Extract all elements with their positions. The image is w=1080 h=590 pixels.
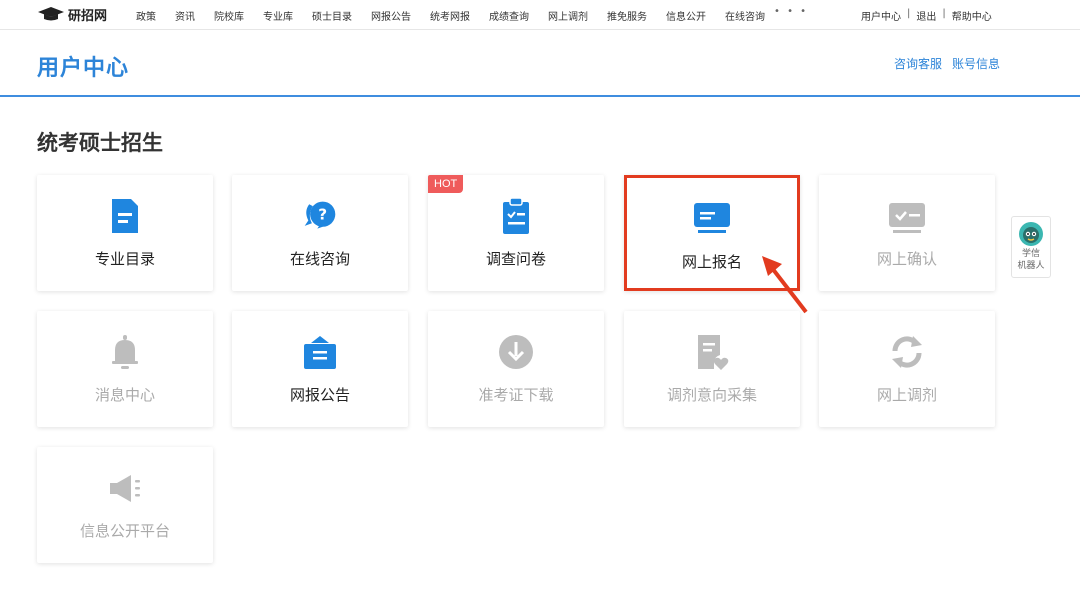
robot-avatar-icon bbox=[1019, 222, 1043, 246]
user-center-link[interactable]: 用户中心 bbox=[861, 8, 901, 23]
logout-link[interactable]: 退出 bbox=[916, 8, 936, 23]
nav-item-policy[interactable]: 政策 bbox=[136, 8, 156, 23]
refresh-icon bbox=[892, 336, 922, 368]
divider: | bbox=[907, 8, 911, 19]
site-name: 研招网 bbox=[68, 8, 108, 24]
page-header: 用户中心 咨询客服 账号信息 bbox=[0, 31, 1080, 97]
card-survey[interactable]: HOT 调查问卷 bbox=[428, 175, 604, 291]
card-info-disclosure-platform[interactable]: 信息公开平台 bbox=[37, 447, 213, 563]
document-heart-icon bbox=[698, 335, 729, 370]
card-major-catalog[interactable]: 专业目录 bbox=[37, 175, 213, 291]
megaphone-icon bbox=[110, 475, 140, 502]
robot-label-line2: 机器人 bbox=[1017, 261, 1045, 271]
svg-text:?: ? bbox=[318, 206, 327, 224]
nav-item-consult[interactable]: 在线咨询 bbox=[725, 8, 765, 23]
card-online-consult[interactable]: ? 在线咨询 bbox=[232, 175, 408, 291]
card-online-confirm[interactable]: 网上确认 bbox=[819, 175, 995, 291]
nav-item-schools[interactable]: 院校库 bbox=[214, 8, 244, 23]
divider: | bbox=[942, 8, 946, 19]
card-label: 网上确认 bbox=[876, 250, 937, 268]
hot-badge: HOT bbox=[428, 175, 464, 193]
nav-item-scores[interactable]: 成绩查询 bbox=[489, 8, 529, 23]
download-icon bbox=[499, 335, 533, 369]
card-label: 专业目录 bbox=[94, 250, 155, 268]
card-label: 调查问卷 bbox=[485, 250, 546, 268]
graduation-cap-icon bbox=[38, 7, 64, 21]
main-nav: 政策 资讯 院校库 专业库 硕士目录 网报公告 统考网报 成绩查询 网上调剂 推… bbox=[136, 8, 784, 23]
card-label: 消息中心 bbox=[94, 386, 155, 404]
nav-item-majors[interactable]: 专业库 bbox=[263, 8, 293, 23]
card-label: 准考证下载 bbox=[478, 386, 554, 404]
user-links: 用户中心 | 退出 | 帮助中心 bbox=[861, 8, 992, 23]
nav-item-catalog[interactable]: 硕士目录 bbox=[312, 8, 352, 23]
page-title: 用户中心 bbox=[37, 56, 130, 81]
nav-item-news[interactable]: 资讯 bbox=[175, 8, 195, 23]
nav-item-exam-registration[interactable]: 统考网报 bbox=[430, 8, 470, 23]
robot-label-line1: 学信 bbox=[1021, 249, 1040, 259]
section-title: 统考硕士招生 bbox=[37, 131, 163, 155]
account-info-link[interactable]: 账号信息 bbox=[952, 55, 1000, 72]
card-label: 网报公告 bbox=[289, 386, 350, 404]
card-admission-ticket[interactable]: 准考证下载 bbox=[428, 311, 604, 427]
nav-more-button[interactable]: • • • bbox=[774, 6, 808, 17]
card-adjustment-intention[interactable]: 调剂意向采集 bbox=[624, 311, 800, 427]
nav-item-adjustment[interactable]: 网上调剂 bbox=[548, 8, 588, 23]
top-navbar: 研招网 政策 资讯 院校库 专业库 硕士目录 网报公告 统考网报 成绩查询 网上… bbox=[0, 0, 1080, 30]
confirm-icon bbox=[889, 203, 925, 233]
header-links: 咨询客服 账号信息 bbox=[894, 55, 1010, 72]
card-label: 在线咨询 bbox=[289, 250, 350, 268]
bell-icon bbox=[112, 335, 138, 369]
nav-item-disclosure[interactable]: 信息公开 bbox=[666, 8, 706, 23]
document-icon bbox=[112, 199, 138, 233]
customer-service-link[interactable]: 咨询客服 bbox=[894, 55, 942, 72]
bag-list-icon bbox=[304, 336, 336, 369]
card-label: 网上调剂 bbox=[876, 386, 937, 404]
chatbot-widget[interactable]: 学信 机器人 bbox=[1011, 216, 1051, 278]
card-label: 信息公开平台 bbox=[79, 522, 170, 540]
site-logo[interactable]: 研招网 bbox=[38, 5, 108, 24]
arrow-pointer-icon bbox=[762, 256, 808, 314]
question-chat-icon: ? bbox=[304, 201, 336, 229]
card-online-adjustment[interactable]: 网上调剂 bbox=[819, 311, 995, 427]
card-label: 调剂意向采集 bbox=[666, 386, 757, 404]
clipboard-check-icon bbox=[503, 197, 529, 234]
help-center-link[interactable]: 帮助中心 bbox=[952, 8, 992, 23]
card-registration-notice[interactable]: 网报公告 bbox=[232, 311, 408, 427]
card-message-center[interactable]: 消息中心 bbox=[37, 311, 213, 427]
nav-item-recommendation[interactable]: 推免服务 bbox=[607, 8, 647, 23]
nav-item-announcements[interactable]: 网报公告 bbox=[371, 8, 411, 23]
